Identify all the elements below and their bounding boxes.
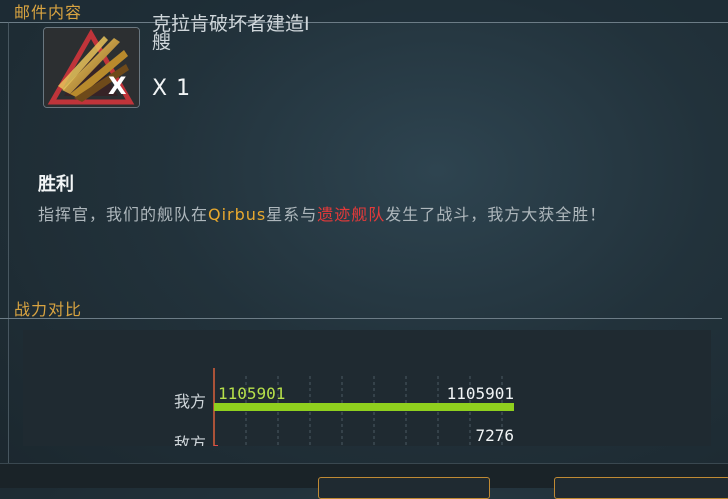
category-label: 我方: [174, 392, 206, 411]
msg-prefix: 指挥官，我们的舰队在: [38, 205, 209, 224]
bar-end-label: 7276: [475, 426, 514, 445]
star-system-name: Qirbus: [208, 205, 267, 224]
bar-start-label: 1105901: [218, 384, 285, 403]
footer-button-left[interactable]: [318, 477, 490, 499]
footer-button-right[interactable]: [554, 477, 728, 499]
mail-content-title: 邮件内容: [14, 3, 83, 22]
power-comparison-chart: 我方 1105901 1105901 敌方 7276: [174, 368, 514, 453]
power-compare-header: 战力对比: [0, 296, 722, 319]
item-name: 克拉肯破坏者建造I 艘: [152, 14, 382, 53]
msg-mid: 星系与: [266, 205, 318, 224]
left-divider: [8, 22, 9, 467]
item-badge: X: [108, 72, 127, 100]
item-count: X 1: [152, 76, 192, 101]
power-bar: [214, 445, 218, 453]
enemy-fleet-name: 遗迹舰队: [317, 205, 386, 224]
item-name-line1: 克拉肯破坏者建造I: [152, 14, 310, 32]
battle-result-title: 胜利: [38, 174, 74, 195]
power-chart-panel: 我方 1105901 1105901 敌方 7276: [23, 330, 711, 453]
battle-report-message: 指挥官，我们的舰队在Qirbus星系与遗迹舰队发生了战斗，我方大获全胜！: [38, 201, 606, 225]
bar-end-label: 1105901: [447, 384, 514, 403]
reward-item-icon[interactable]: X: [43, 27, 140, 108]
power-bar: [214, 403, 514, 411]
power-compare-title: 战力对比: [14, 300, 83, 319]
item-name-line2: 艘: [152, 31, 172, 53]
category-label: 敌方: [174, 434, 206, 446]
msg-suffix: 发生了战斗，我方大获全胜！: [385, 205, 607, 224]
